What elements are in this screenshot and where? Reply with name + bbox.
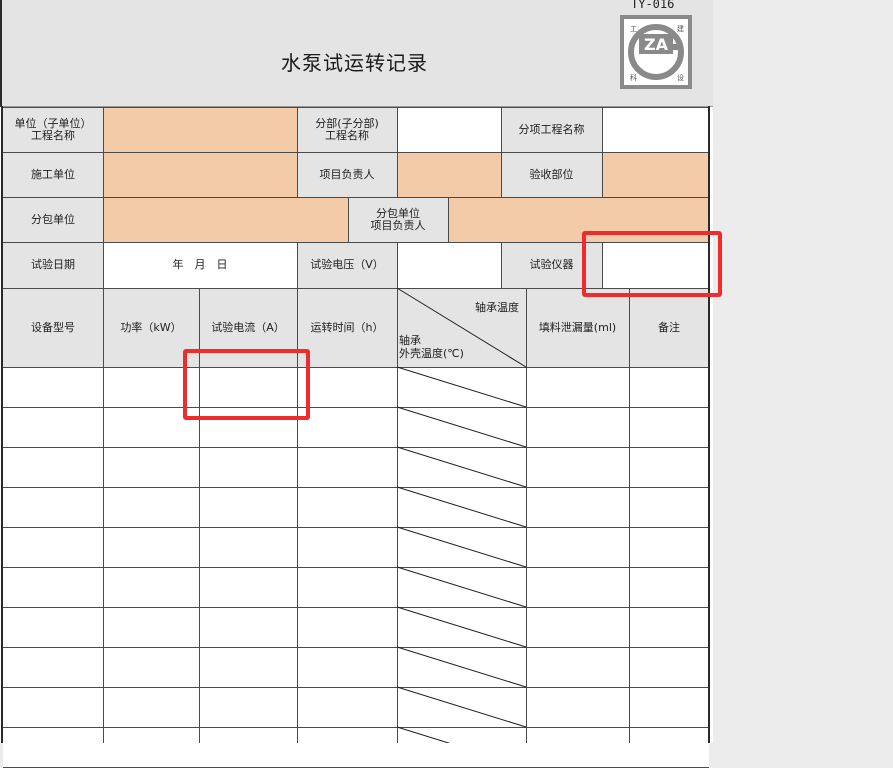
diagonal-slash [396, 646, 527, 688]
diagonal-lines [396, 287, 527, 743]
diagonal-slash [396, 406, 527, 448]
page-gutter [713, 0, 893, 743]
diagonal-slash [396, 686, 527, 728]
diagonal-slash [396, 566, 527, 608]
form-grid: 单位（子单位） 工程名称 分部(子分部) 工程名称 分项工程名称 施工单位 项目… [0, 0, 722, 768]
left-border [1, 106, 3, 743]
diagonal-slash [396, 606, 527, 648]
diagonal-slash [396, 446, 527, 488]
diagonal-slash [396, 366, 527, 408]
diagonal-slash [396, 287, 527, 368]
highlight-instrument [582, 231, 722, 297]
highlight-current-cell [183, 349, 310, 420]
diagonal-slash [396, 726, 451, 743]
diagonal-slash [396, 486, 527, 528]
right-border [708, 106, 710, 743]
diagonal-slash [396, 526, 527, 568]
